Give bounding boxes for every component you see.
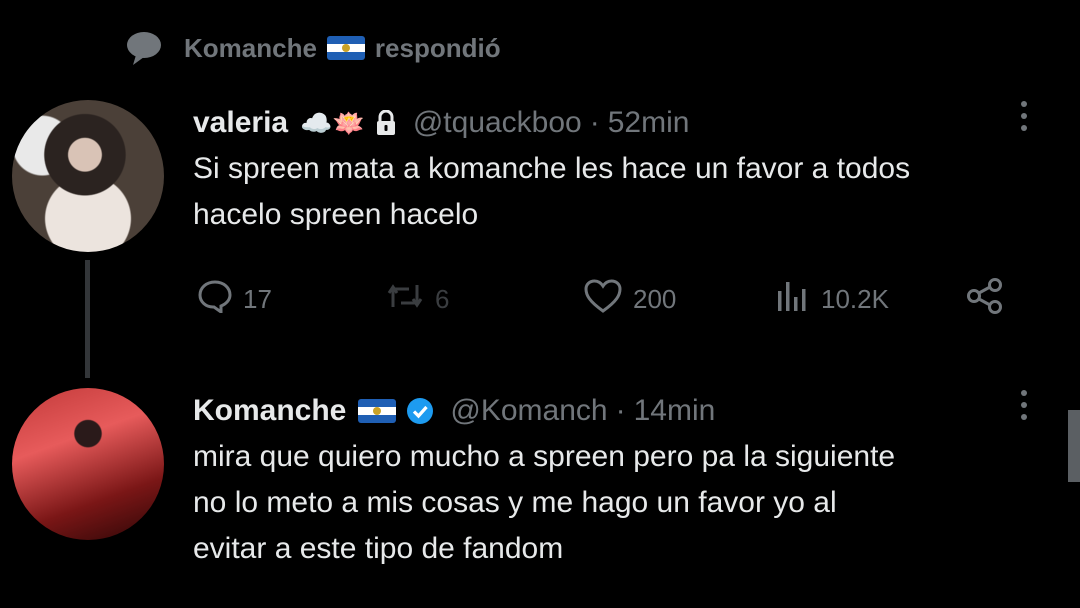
heart-icon: [583, 278, 623, 321]
tweet-komanche[interactable]: Komanche @Komanch · 14min mira que quier…: [193, 388, 895, 572]
tweet-valeria[interactable]: valeria ☁️🪷 @tquackboo · 52min Si spreen…: [193, 100, 910, 238]
avatar-komanche[interactable]: [12, 388, 164, 540]
name-emoji: ☁️🪷: [300, 107, 365, 138]
tweet-text-line: hacelo spreen hacelo: [193, 198, 479, 231]
retweet-icon: [385, 281, 425, 318]
views-button[interactable]: 10.2K: [775, 279, 889, 320]
reply-context: Komanche respondió: [118, 26, 501, 70]
reply-context-name[interactable]: Komanche: [184, 33, 317, 64]
reply-context-action: respondió: [374, 32, 501, 63]
like-count: 200: [633, 283, 677, 314]
retweet-button[interactable]: 6: [385, 281, 449, 318]
timestamp[interactable]: 52min: [608, 106, 690, 140]
el-salvador-flag-icon: [358, 399, 397, 423]
share-button[interactable]: [965, 277, 1005, 322]
el-salvador-flag-icon: [326, 36, 365, 60]
display-name[interactable]: Komanche: [193, 394, 346, 428]
reply-button[interactable]: 17: [197, 279, 272, 320]
handle[interactable]: @Komanch: [450, 394, 607, 428]
thread-connector-line: [85, 260, 90, 378]
tweet-text: Si spreen mata a komanche les hace un fa…: [193, 146, 910, 238]
timestamp[interactable]: 14min: [634, 394, 716, 428]
views-count: 10.2K: [821, 283, 889, 314]
more-options-icon[interactable]: [1010, 96, 1038, 136]
scrollbar-thumb[interactable]: [1068, 410, 1080, 482]
tweet-header: valeria ☁️🪷 @tquackboo · 52min: [193, 100, 910, 146]
tweet-text-line: no lo meto a mis cosas y me hago un favo…: [193, 486, 837, 519]
more-options-icon[interactable]: [1010, 385, 1038, 425]
retweet-count: 6: [435, 283, 450, 314]
tweet-text-line: Si spreen mata a komanche les hace un fa…: [193, 152, 911, 185]
tweet-header: Komanche @Komanch · 14min: [193, 388, 895, 434]
tweet-text-line: mira que quiero mucho a spreen pero pa l…: [193, 440, 896, 473]
reply-count: 17: [243, 283, 272, 314]
verified-badge-icon[interactable]: [406, 397, 434, 425]
tweet-text-line: evitar a este tipo de fandom: [193, 532, 564, 565]
reply-icon: [197, 279, 233, 320]
like-button[interactable]: 200: [583, 278, 676, 321]
tweet-text: mira que quiero mucho a spreen pero pa l…: [193, 434, 895, 572]
lock-icon: [375, 110, 397, 136]
avatar-valeria[interactable]: [12, 100, 164, 252]
chat-bubble-icon: [118, 28, 170, 68]
views-bar-chart-icon: [775, 279, 811, 320]
separator-dot: ·: [615, 394, 626, 427]
share-icon: [965, 277, 1005, 322]
separator-dot: ·: [589, 106, 600, 139]
handle[interactable]: @tquackboo: [413, 106, 582, 140]
tweet-actions: 17 6 200 10.2K: [193, 276, 1023, 322]
display-name[interactable]: valeria: [193, 106, 288, 140]
